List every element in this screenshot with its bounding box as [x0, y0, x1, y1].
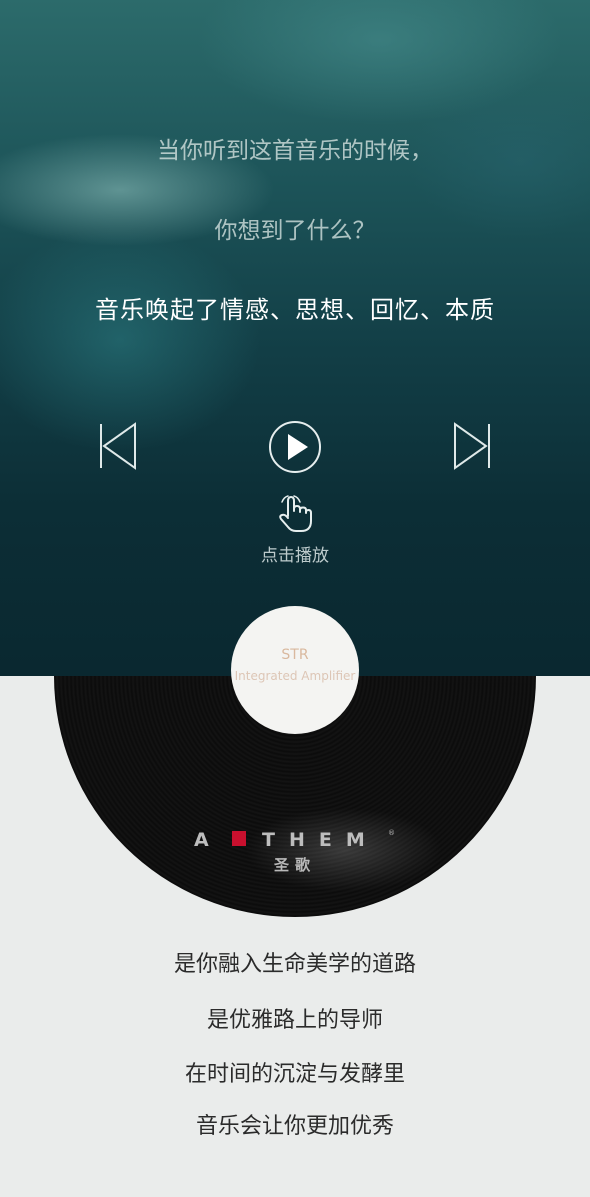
- hero-statement: 音乐唤起了情感、思想、回忆、本质: [95, 296, 495, 324]
- tap-to-play-hint[interactable]: 点击播放: [0, 541, 590, 566]
- svg-text:A: A: [194, 829, 224, 851]
- body-line-2: 是优雅路上的导师: [206, 1008, 383, 1033]
- body-line-4: 音乐会让你更加优秀: [195, 1114, 394, 1139]
- anthem-logo: A THEM ®: [194, 829, 395, 851]
- body-line-3: 在时间的沉淀与发酵里: [184, 1062, 405, 1087]
- body-line-1: 是你融入生命美学的道路: [173, 952, 416, 977]
- svg-text:®: ®: [388, 829, 395, 837]
- hero-question-2: 你想到了什么？: [214, 218, 376, 244]
- play-icon[interactable]: [268, 420, 322, 474]
- hero-banner: [0, 0, 590, 676]
- hero-question-1: 当你听到这首音乐的时候，: [157, 138, 433, 164]
- skip-previous-icon[interactable]: [98, 422, 138, 470]
- record-subtitle: Integrated Amplifier: [234, 669, 356, 683]
- svg-text:THEM: THEM: [262, 829, 379, 851]
- skip-next-icon[interactable]: [452, 422, 492, 470]
- record-title: STR: [281, 647, 309, 663]
- brand-chinese: 圣歌: [273, 856, 316, 874]
- tap-hand-icon[interactable]: [274, 494, 316, 534]
